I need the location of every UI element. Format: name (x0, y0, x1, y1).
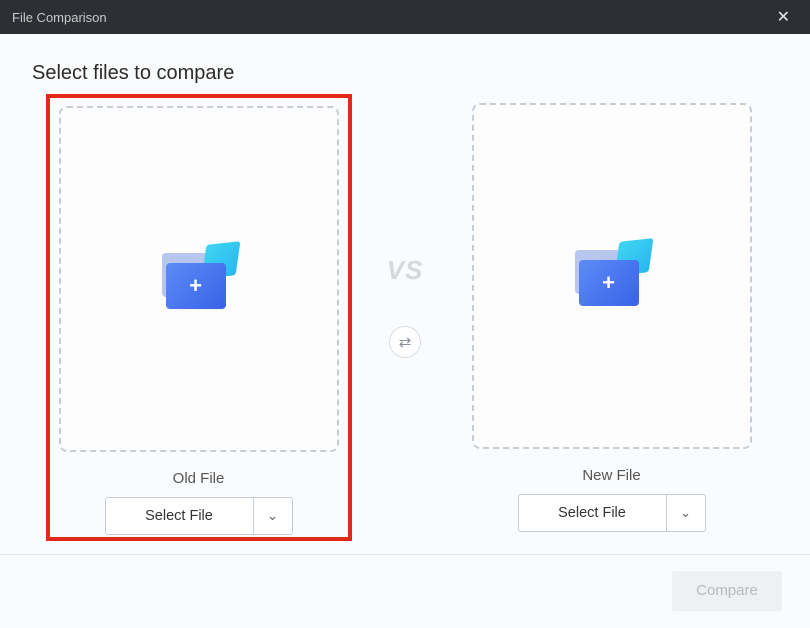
vs-label: VS (387, 255, 424, 286)
old-select-file-button[interactable]: Select File (105, 497, 253, 535)
old-file-panel: + Old File Select File ⌄ (49, 103, 349, 538)
chevron-down-icon: ⌄ (267, 508, 278, 524)
new-select-file-button[interactable]: Select File (518, 494, 666, 532)
footer-bar: Compare (0, 554, 810, 626)
swap-icon: ⇄ (399, 333, 412, 351)
close-icon[interactable]: ✕ (769, 3, 798, 31)
new-file-select-group: Select File ⌄ (462, 494, 762, 532)
new-select-file-dropdown[interactable]: ⌄ (666, 494, 706, 532)
compare-button[interactable]: Compare (672, 571, 782, 611)
plus-icon: + (189, 275, 202, 297)
window-title: File Comparison (12, 10, 769, 25)
old-select-file-dropdown[interactable]: ⌄ (253, 497, 293, 535)
old-file-select-group: Select File ⌄ (52, 497, 346, 535)
content-area: Select files to compare + Old File Selec… (0, 34, 810, 548)
new-file-dropzone[interactable]: + (472, 103, 752, 449)
plus-icon: + (602, 272, 615, 294)
compare-panels: + Old File Select File ⌄ VS ⇄ (32, 103, 778, 538)
vs-column: VS ⇄ (365, 103, 445, 358)
new-file-panel: + New File Select File ⌄ (462, 103, 762, 532)
old-file-dropzone[interactable]: + (59, 106, 339, 452)
page-heading: Select files to compare (32, 62, 778, 85)
folder-add-icon: + (575, 244, 649, 308)
chevron-down-icon: ⌄ (680, 505, 691, 521)
swap-button[interactable]: ⇄ (389, 326, 421, 358)
folder-add-icon: + (162, 247, 236, 311)
title-bar: File Comparison ✕ (0, 0, 810, 34)
new-file-label: New File (462, 467, 762, 484)
old-file-label: Old File (52, 470, 346, 487)
